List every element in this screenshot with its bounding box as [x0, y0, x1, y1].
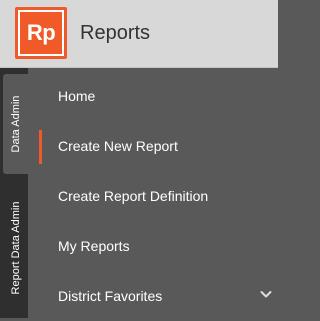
sidebar-menu: Home Create New Report Create Report Def…: [28, 68, 278, 318]
menu-item-label: District Favorites: [58, 288, 163, 304]
tab-report-data-admin[interactable]: Report Data Admin: [3, 178, 28, 318]
app-logo[interactable]: Rp: [15, 7, 67, 59]
logo-text: Rp: [18, 10, 64, 56]
app-title: Reports: [80, 22, 151, 44]
chevron-down-icon[interactable]: [260, 288, 272, 300]
menu-item-home[interactable]: Home: [28, 71, 278, 121]
vertical-tab-rail: Data Admin Report Data Admin: [0, 68, 28, 318]
menu-item-create-new-report[interactable]: Create New Report: [28, 121, 278, 171]
menu-item-district-favorites[interactable]: District Favorites: [28, 271, 278, 321]
menu-item-label: Home: [58, 88, 96, 104]
menu-item-my-reports[interactable]: My Reports: [28, 221, 278, 271]
tab-label: Report Data Admin: [9, 201, 22, 295]
app-header: Rp Reports: [0, 0, 278, 68]
menu-item-label: Create New Report: [58, 138, 178, 154]
menu-item-label: My Reports: [58, 238, 130, 254]
active-indicator: [39, 130, 42, 164]
menu-item-label: Create Report Definition: [58, 188, 209, 204]
tab-label: Data Admin: [9, 95, 22, 153]
menu-item-create-report-definition[interactable]: Create Report Definition: [28, 171, 278, 221]
tab-data-admin[interactable]: Data Admin: [3, 74, 28, 174]
